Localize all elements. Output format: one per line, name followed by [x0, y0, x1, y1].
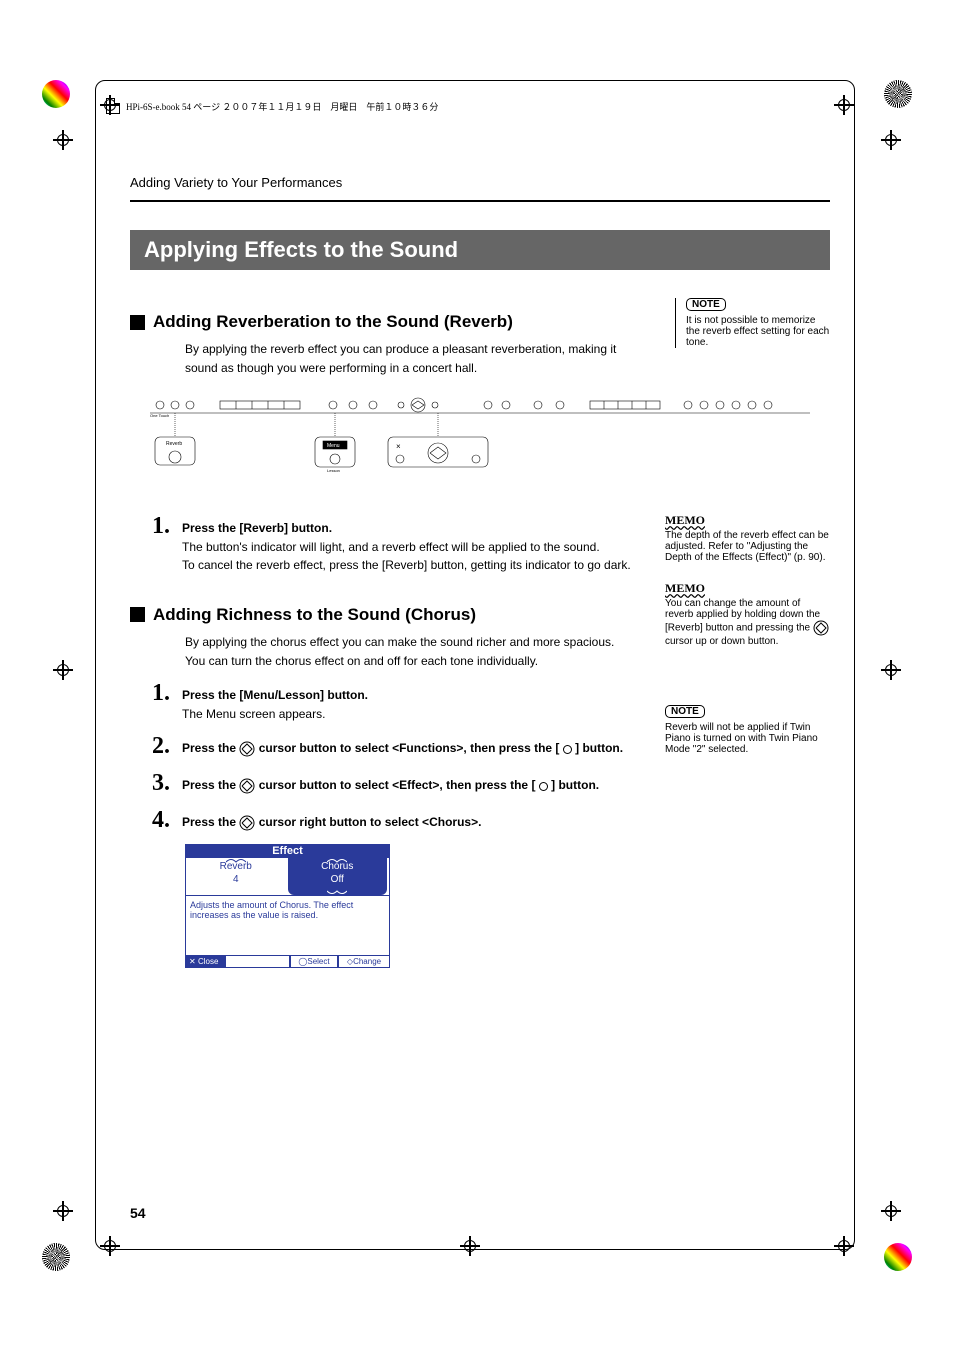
- step-title: Press the [Reverb] button.: [182, 521, 332, 535]
- step-number: 2.: [130, 733, 170, 760]
- svg-text:×: ×: [396, 442, 401, 451]
- effect-select: ◯Select: [290, 956, 338, 968]
- square-bullet-icon: [130, 315, 145, 330]
- step-number: 4.: [130, 807, 170, 834]
- svg-text:Menu: Menu: [327, 443, 340, 449]
- step-text: cursor right button to select <Chorus>.: [259, 815, 482, 829]
- doc-header: HPi-6S-e.book 54 ページ ２００７年１１月１９日 月曜日 午前１…: [106, 98, 438, 114]
- step-title: Press the [Menu/Lesson] button.: [182, 688, 368, 702]
- square-bullet-icon: [130, 607, 145, 622]
- crop-mark: [881, 1201, 901, 1221]
- reverb-intro: By applying the reverb effect you can pr…: [185, 340, 645, 377]
- svg-text:One Touch: One Touch: [150, 413, 169, 418]
- page-number: 54: [130, 1205, 146, 1221]
- page-title: Applying Effects to the Sound: [130, 230, 830, 270]
- chorus-intro: By applying the chorus effect you can ma…: [185, 633, 645, 670]
- panel-diagram: One Touch: [130, 395, 830, 485]
- memo-label: MEMO: [665, 581, 830, 596]
- step-text: Press the: [182, 741, 239, 755]
- document-icon: [106, 98, 120, 114]
- reverb-heading-text: Adding Reverberation to the Sound (Rever…: [153, 312, 513, 332]
- svg-text:Reverb: Reverb: [166, 441, 182, 447]
- effect-screen-title: Effect: [185, 844, 390, 858]
- chorus-heading: Adding Richness to the Sound (Chorus): [130, 605, 645, 625]
- step-text: ] button.: [575, 741, 623, 755]
- note-label: NOTE: [686, 298, 726, 311]
- svg-text:Lesson: Lesson: [327, 468, 340, 473]
- step-text: The button's indicator will light, and a…: [182, 538, 645, 557]
- divider: [130, 200, 830, 202]
- effect-change: ◇Change: [338, 956, 390, 968]
- print-mark-lines: [884, 80, 912, 108]
- note-text: It is not possible to memorize the rever…: [686, 315, 830, 348]
- step-text: cursor button to select <Functions>, the…: [259, 741, 563, 755]
- print-mark-color: [42, 80, 70, 108]
- step-text: The Menu screen appears.: [182, 705, 645, 724]
- effect-tab-reverb: Reverb 4: [186, 858, 286, 895]
- circle-icon: [563, 745, 572, 754]
- step-text: Press the: [182, 778, 239, 792]
- step-number: 1.: [130, 680, 170, 723]
- effect-description: Adjusts the amount of Chorus. The effect…: [185, 896, 390, 956]
- memo-label: MEMO: [665, 513, 830, 528]
- cursor-icon: [239, 815, 255, 831]
- crop-mark: [53, 130, 73, 150]
- step-number: 3.: [130, 770, 170, 797]
- crop-mark: [881, 660, 901, 680]
- section-header: Adding Variety to Your Performances: [130, 175, 830, 190]
- step-text: To cancel the reverb effect, press the […: [182, 556, 645, 575]
- cursor-icon: [813, 620, 829, 636]
- effect-screen: Effect Reverb 4 Chorus Off Adjusts the a…: [185, 844, 390, 968]
- crop-mark: [53, 660, 73, 680]
- step-number: 1.: [130, 513, 170, 575]
- chorus-heading-text: Adding Richness to the Sound (Chorus): [153, 605, 476, 625]
- note-text: Reverb will not be applied if Twin Piano…: [665, 722, 830, 755]
- memo-text: You can change the amount of reverb appl…: [665, 598, 830, 647]
- cursor-icon: [239, 778, 255, 794]
- crop-mark: [881, 130, 901, 150]
- step-text: cursor button to select <Effect>, then p…: [259, 778, 539, 792]
- circle-icon: [539, 782, 548, 791]
- memo-text: The depth of the reverb effect can be ad…: [665, 530, 830, 563]
- crop-mark: [53, 1201, 73, 1221]
- step-text: ] button.: [551, 778, 599, 792]
- print-mark-lines: [42, 1243, 70, 1271]
- step-text: Press the: [182, 815, 239, 829]
- print-mark-color: [884, 1243, 912, 1271]
- effect-tab-chorus: Chorus Off: [288, 858, 388, 895]
- note-label: NOTE: [665, 705, 705, 718]
- cursor-icon: [239, 741, 255, 757]
- reverb-heading: Adding Reverberation to the Sound (Rever…: [130, 312, 645, 332]
- effect-close: ✕ Close: [185, 956, 225, 968]
- effect-footer-spacer: [225, 956, 290, 968]
- doc-header-text: HPi-6S-e.book 54 ページ ２００７年１１月１９日 月曜日 午前１…: [126, 100, 438, 113]
